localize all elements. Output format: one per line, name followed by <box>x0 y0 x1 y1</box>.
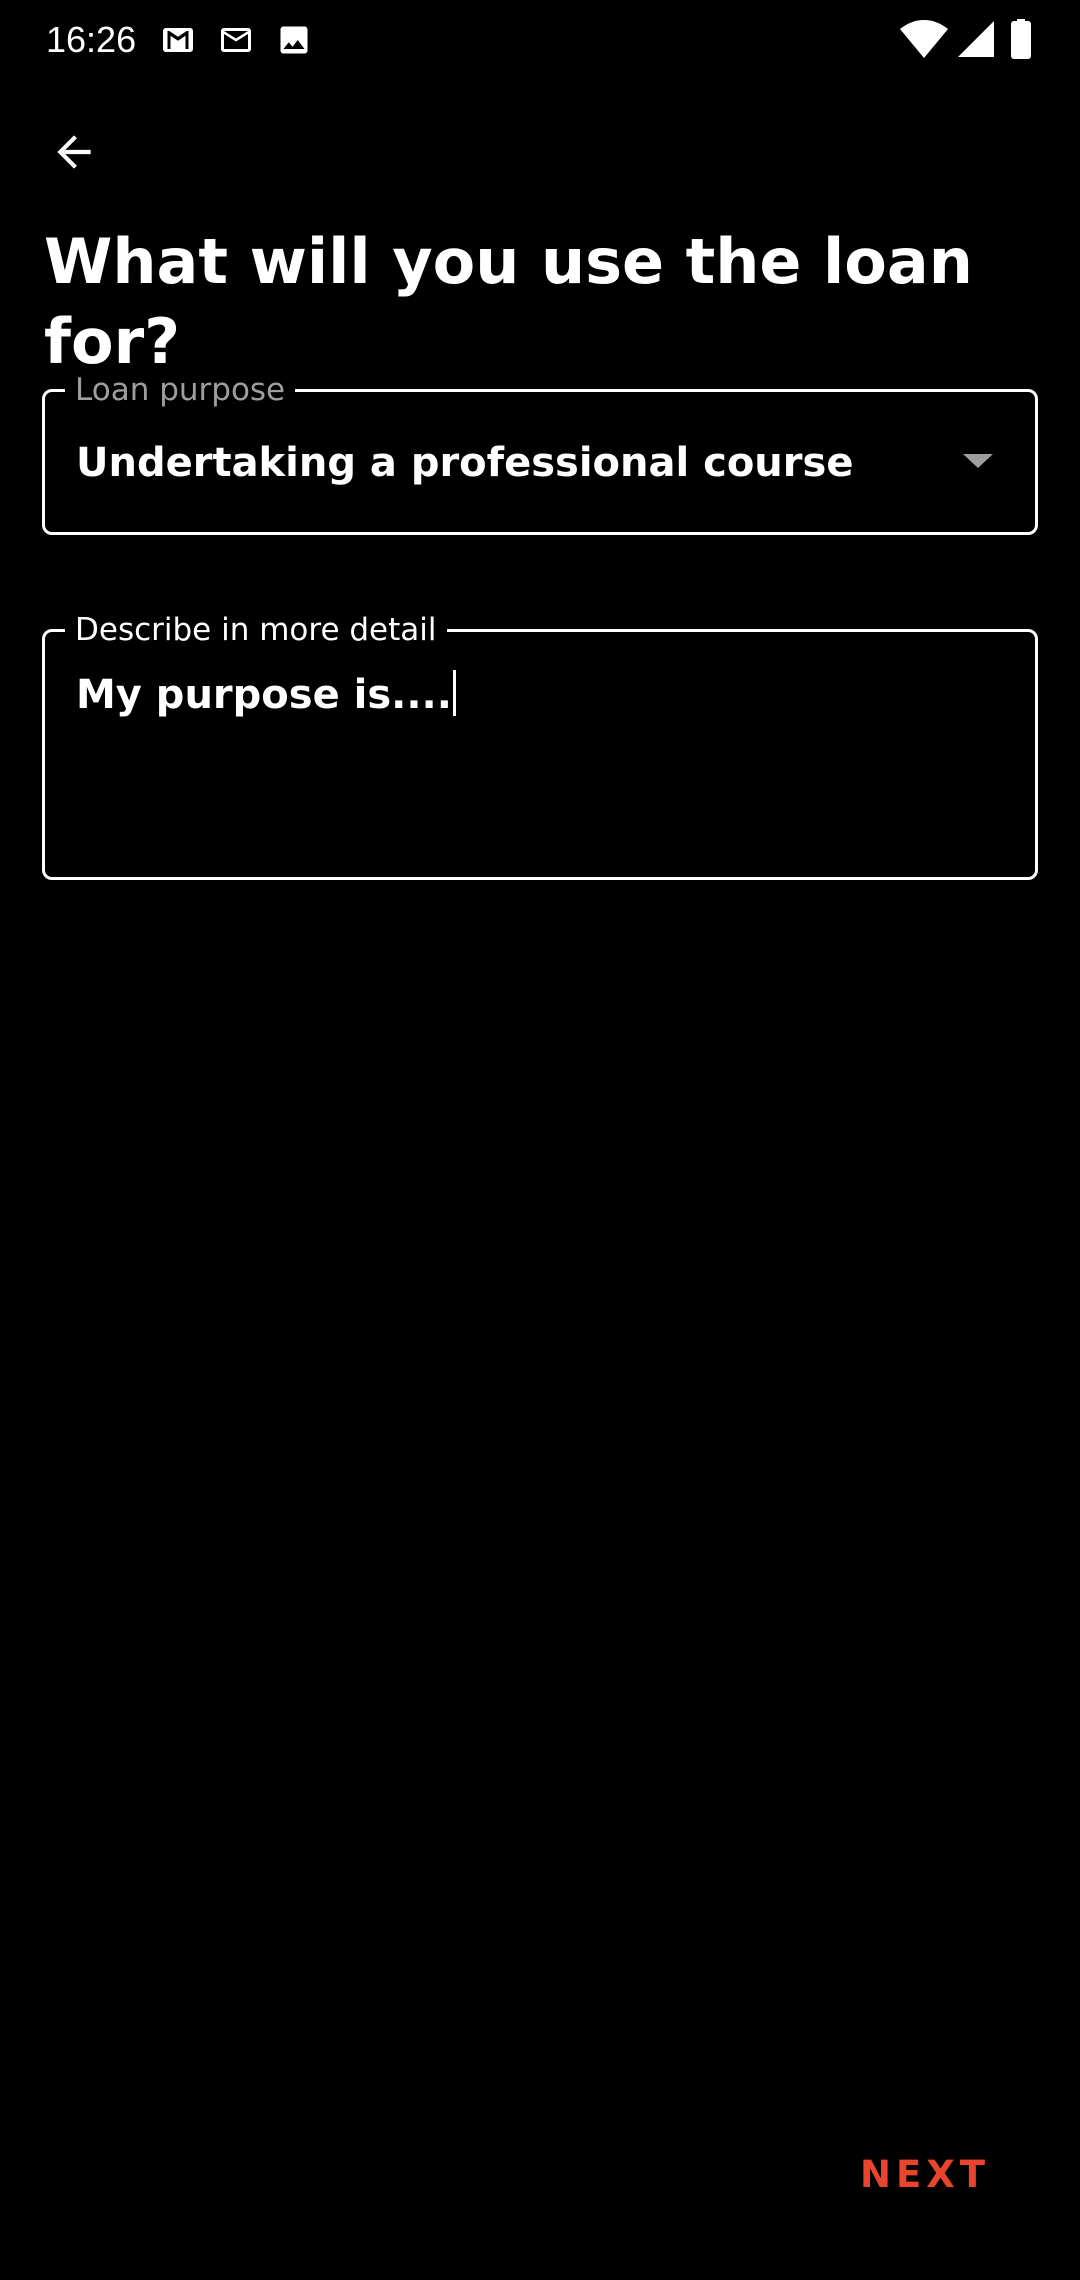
wifi-icon <box>900 20 948 60</box>
status-time: 16:26 <box>46 19 137 60</box>
signal-icon <box>958 20 994 58</box>
arrow-left-icon <box>49 127 99 177</box>
detail-label: Describe in more detail <box>65 610 447 650</box>
loan-purpose-select[interactable]: Loan purpose Undertaking a professional … <box>42 370 1038 535</box>
next-button[interactable]: NEXT <box>860 2145 990 2205</box>
mail-icon <box>218 22 254 58</box>
detail-textarea[interactable]: Describe in more detail My purpose is...… <box>42 610 1038 880</box>
text-cursor <box>452 670 456 716</box>
status-bar: 16:26 <box>0 0 1080 80</box>
gmail-icon <box>160 22 196 58</box>
detail-text-container: My purpose is.... <box>76 668 456 722</box>
loan-purpose-value: Undertaking a professional course <box>76 440 854 486</box>
loan-purpose-label: Loan purpose <box>65 370 296 410</box>
detail-value: My purpose is.... <box>76 672 452 718</box>
page-title: What will you use the loan for? <box>44 225 973 378</box>
back-button[interactable] <box>30 108 118 196</box>
image-icon <box>276 22 312 58</box>
battery-icon <box>1008 19 1034 59</box>
dropdown-arrow-icon[interactable] <box>963 454 993 468</box>
